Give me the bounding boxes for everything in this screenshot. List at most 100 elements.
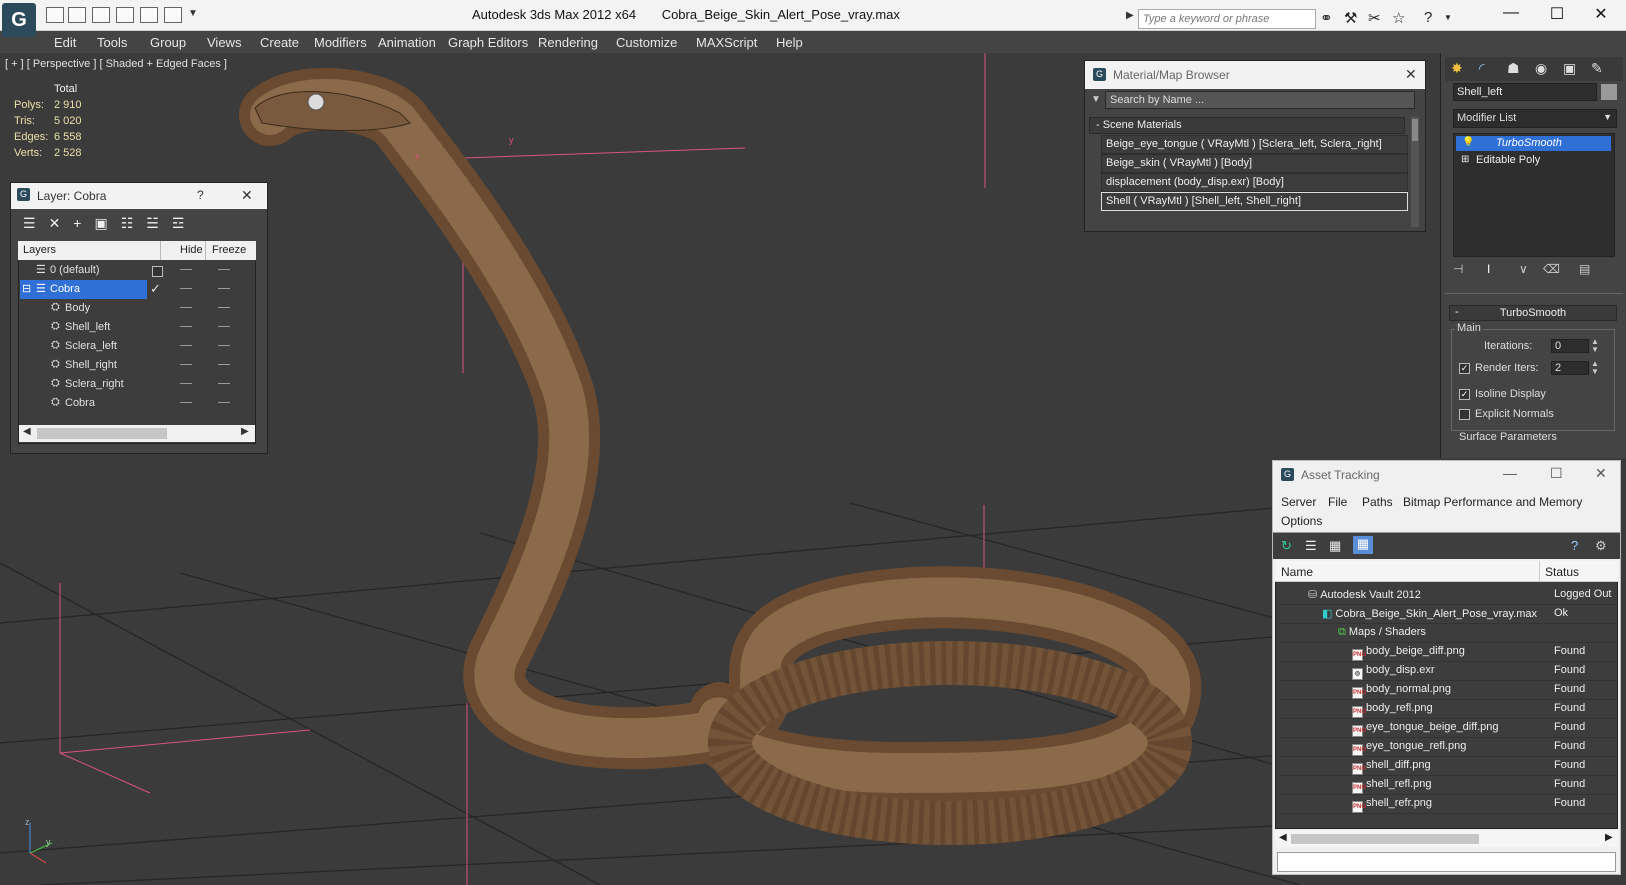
object-color-swatch[interactable]: [1601, 84, 1617, 100]
asset-row[interactable]: PNGshell_refr.png Found: [1278, 794, 1616, 814]
spinner-arrows-icon[interactable]: ▲ ▼: [1591, 360, 1599, 376]
modify-tab-icon[interactable]: ◜: [1479, 60, 1484, 77]
menu-views[interactable]: Views: [207, 35, 241, 50]
make-unique-icon[interactable]: ∨: [1519, 262, 1528, 276]
stack-item-turbosmooth[interactable]: 💡 TurboSmooth: [1456, 136, 1611, 151]
column-freeze[interactable]: Freeze: [212, 244, 246, 256]
hide-toggle[interactable]: [180, 288, 192, 289]
material-item[interactable]: Beige_eye_tongue ( VRayMtl ) [Sclera_lef…: [1101, 135, 1408, 154]
asset-horizontal-scrollbar[interactable]: ◀ ▶: [1275, 831, 1618, 847]
scroll-right-icon[interactable]: ▶: [1605, 832, 1613, 843]
asset-row[interactable]: PNGeye_tongue_beige_diff.png Found: [1278, 718, 1616, 738]
layer-row[interactable]: ⛭ Shell_left: [18, 318, 246, 337]
help-icon[interactable]: ?: [1424, 9, 1432, 26]
explicit-normals-checkbox[interactable]: [1459, 409, 1470, 420]
search-input[interactable]: Type a keyword or phrase: [1138, 9, 1316, 29]
new-scene-icon[interactable]: [92, 7, 110, 23]
material-browser-header[interactable]: G Material/Map Browser ✕: [1085, 61, 1425, 89]
list-view-icon[interactable]: ☰: [1305, 538, 1317, 554]
help-icon[interactable]: ?: [1571, 538, 1578, 553]
hide-toggle[interactable]: [180, 364, 192, 365]
layer-row[interactable]: ⛭ Sclera_left: [18, 337, 246, 356]
layer-horizontal-scrollbar[interactable]: ◀ ▶: [19, 425, 255, 442]
search-expand-icon[interactable]: ▶: [1126, 10, 1134, 21]
open-file-icon[interactable]: [46, 7, 64, 23]
highlight-layer-icon[interactable]: ☷: [121, 215, 147, 231]
scroll-right-icon[interactable]: ▶: [241, 426, 249, 437]
scene-materials-group[interactable]: - Scene Materials: [1089, 117, 1405, 134]
scroll-left-icon[interactable]: ◀: [1279, 832, 1287, 843]
add-to-layer-icon[interactable]: +: [73, 215, 94, 231]
pin-stack-icon[interactable]: ⊣: [1453, 262, 1463, 276]
freeze-toggle[interactable]: [218, 402, 230, 403]
asset-row[interactable]: PNGbody_refl.png Found: [1278, 699, 1616, 719]
asset-row[interactable]: PNGeye_tongue_refl.png Found: [1278, 737, 1616, 757]
menu-bitmap-performance[interactable]: Bitmap Performance and Memory: [1403, 495, 1582, 509]
hold-icon[interactable]: [164, 7, 182, 23]
render-iters-spinner[interactable]: 2: [1551, 361, 1589, 375]
binoculars-icon[interactable]: ⚭: [1320, 9, 1333, 27]
stack-item-editable-poly[interactable]: ⊞ Editable Poly: [1456, 153, 1611, 168]
remove-modifier-icon[interactable]: ⌫: [1543, 262, 1560, 276]
subscription-center-icon[interactable]: ⚒: [1344, 9, 1357, 27]
menu-file[interactable]: File: [1328, 495, 1347, 509]
settings-icon[interactable]: ⚙: [1595, 538, 1607, 554]
delete-layer-icon[interactable]: ✕: [49, 215, 74, 231]
scroll-thumb[interactable]: [1412, 119, 1418, 141]
isoline-checkbox[interactable]: ✓: [1459, 389, 1470, 400]
freeze-toggle[interactable]: [218, 383, 230, 384]
favorites-star-icon[interactable]: ☆: [1392, 9, 1405, 27]
menu-paths[interactable]: Paths: [1362, 495, 1393, 509]
minimize-icon[interactable]: —: [1488, 4, 1534, 22]
close-icon[interactable]: ✕: [1595, 465, 1607, 482]
scroll-thumb[interactable]: [37, 428, 167, 439]
help-dropdown-icon[interactable]: ▼: [1444, 13, 1452, 22]
viewport-label[interactable]: [ + ] [ Perspective ] [ Shaded + Edged F…: [5, 58, 227, 70]
layer-row[interactable]: ⛭ Cobra: [18, 394, 246, 413]
layer-row[interactable]: ⛭ Shell_right: [18, 356, 246, 375]
table-view-icon[interactable]: ▦: [1353, 536, 1373, 554]
layer-panel-header[interactable]: G Layer: Cobra ? ✕: [11, 183, 267, 209]
configure-sets-icon[interactable]: ▤: [1579, 262, 1590, 276]
menu-modifiers[interactable]: Modifiers: [314, 35, 367, 50]
browser-options-icon[interactable]: ▼: [1091, 94, 1101, 105]
asset-row[interactable]: PNGbody_normal.png Found: [1278, 680, 1616, 700]
freeze-toggle[interactable]: [218, 364, 230, 365]
hide-toggle[interactable]: [180, 326, 192, 327]
redo-icon[interactable]: [140, 7, 158, 23]
hide-toggle[interactable]: [180, 269, 192, 270]
asset-tracking-header[interactable]: G Asset Tracking — ☐ ✕: [1273, 461, 1620, 489]
communication-center-icon[interactable]: ✂: [1368, 9, 1381, 27]
menu-group[interactable]: Group: [150, 35, 186, 50]
freeze-toggle[interactable]: [218, 269, 230, 270]
material-scrollbar[interactable]: [1411, 117, 1419, 227]
column-hide[interactable]: Hide: [180, 244, 203, 256]
modifier-stack[interactable]: 💡 TurboSmooth ⊞ Editable Poly: [1453, 133, 1615, 257]
hide-toggle[interactable]: [180, 402, 192, 403]
scroll-left-icon[interactable]: ◀: [23, 426, 31, 437]
close-icon[interactable]: ✕: [241, 187, 253, 204]
checkmark-icon[interactable]: ✓: [150, 281, 161, 297]
expand-icon[interactable]: ⊞: [1461, 154, 1469, 165]
hide-toggle[interactable]: [180, 307, 192, 308]
material-search-input[interactable]: Search by Name ...: [1105, 91, 1415, 109]
menu-rendering[interactable]: Rendering: [538, 35, 598, 50]
material-item[interactable]: Shell ( VRayMtl ) [Shell_left, Shell_rig…: [1101, 192, 1408, 211]
menu-customize[interactable]: Customize: [616, 35, 677, 50]
motion-tab-icon[interactable]: ◉: [1535, 60, 1547, 77]
layer-row[interactable]: ⊟ ☰ Cobra ✓: [18, 280, 246, 299]
hierarchy-tab-icon[interactable]: ☗: [1507, 60, 1520, 77]
hide-all-icon[interactable]: ☱: [146, 215, 172, 231]
material-item[interactable]: Beige_skin ( VRayMtl ) [Body]: [1101, 154, 1408, 173]
layer-row[interactable]: ⛭ Sclera_right: [18, 375, 246, 394]
menu-animation[interactable]: Animation: [378, 35, 436, 50]
iterations-spinner[interactable]: 0: [1551, 339, 1589, 353]
freeze-toggle[interactable]: [218, 326, 230, 327]
refresh-icon[interactable]: ↻: [1281, 538, 1292, 554]
maximize-icon[interactable]: ☐: [1534, 4, 1580, 24]
display-tab-icon[interactable]: ▣: [1563, 60, 1576, 77]
scroll-thumb[interactable]: [1291, 834, 1479, 844]
menu-edit[interactable]: Edit: [54, 35, 76, 50]
detail-view-icon[interactable]: ▦: [1329, 538, 1341, 554]
asset-row[interactable]: PNGshell_refl.png Found: [1278, 775, 1616, 795]
